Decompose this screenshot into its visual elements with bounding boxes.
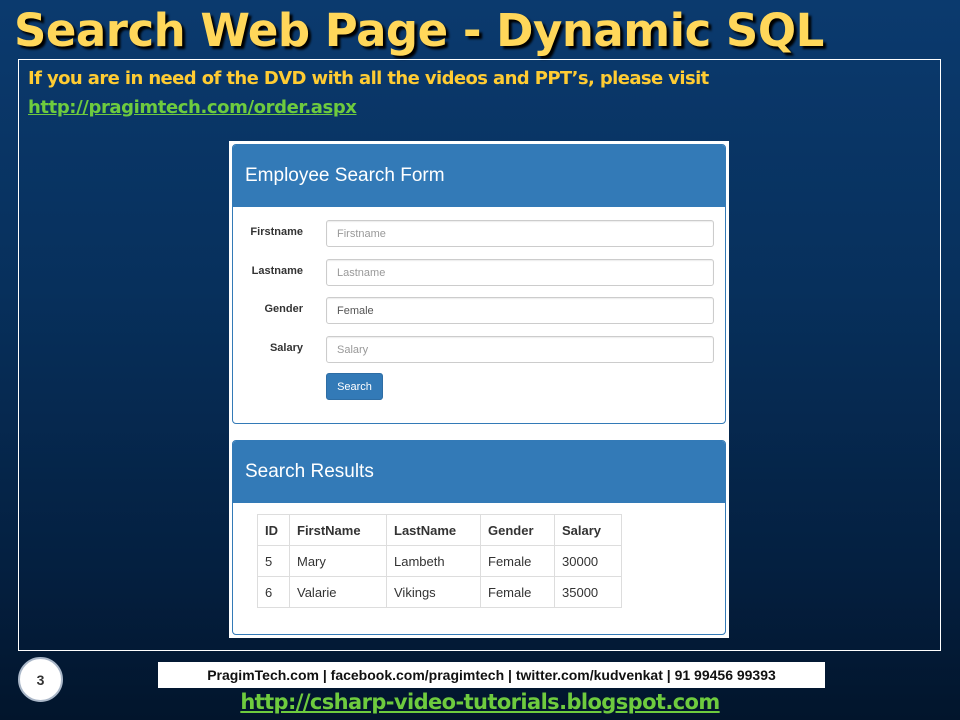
firstname-row: Firstname — [233, 220, 725, 247]
column-header-id: ID — [257, 514, 290, 546]
contact-bar: PragimTech.com | facebook.com/pragimtech… — [158, 662, 825, 688]
cell-lastname: Vikings — [386, 576, 481, 608]
column-header-lastname: LastName — [386, 514, 481, 546]
cell-lastname: Lambeth — [386, 545, 481, 577]
gender-row: Gender — [233, 297, 725, 324]
salary-input[interactable] — [326, 336, 714, 363]
lastname-input[interactable] — [326, 259, 714, 286]
column-header-gender: Gender — [480, 514, 555, 546]
search-button[interactable]: Search — [326, 373, 383, 400]
salary-label: Salary — [269, 342, 303, 354]
order-link[interactable]: http://pragimtech.com/order.aspx — [28, 97, 357, 118]
cell-firstname: Mary — [289, 545, 387, 577]
lastname-row: Lastname — [233, 259, 725, 286]
salary-row: Salary — [233, 336, 725, 363]
gender-label: Gender — [264, 303, 303, 315]
table-row: 6 Valarie Vikings Female 35000 — [257, 576, 622, 608]
slide-title: Search Web Page - Dynamic SQL — [14, 4, 824, 57]
results-panel-heading: Search Results — [233, 441, 725, 503]
cell-salary: 35000 — [554, 576, 622, 608]
cell-firstname: Valarie — [289, 576, 387, 608]
lastname-label: Lastname — [251, 265, 303, 277]
cell-id: 5 — [257, 545, 290, 577]
firstname-label: Firstname — [250, 226, 303, 238]
results-table: ID FirstName LastName Gender Salary 5 Ma… — [257, 514, 622, 608]
employee-search-panel: Employee Search Form Firstname Lastname … — [232, 144, 726, 424]
cell-salary: 30000 — [554, 545, 622, 577]
column-header-firstname: FirstName — [289, 514, 387, 546]
table-header-row: ID FirstName LastName Gender Salary — [257, 514, 622, 546]
table-row: 5 Mary Lambeth Female 30000 — [257, 545, 622, 577]
app-screenshot: Employee Search Form Firstname Lastname … — [229, 141, 729, 638]
cell-gender: Female — [480, 576, 555, 608]
firstname-input[interactable] — [326, 220, 714, 247]
search-results-panel: Search Results ID FirstName LastName Gen… — [232, 440, 726, 635]
cell-gender: Female — [480, 545, 555, 577]
column-header-salary: Salary — [554, 514, 622, 546]
search-panel-heading: Employee Search Form — [233, 145, 725, 207]
dvd-note: If you are in need of the DVD with all t… — [28, 68, 709, 89]
gender-input[interactable] — [326, 297, 714, 324]
blog-link[interactable]: http://csharp-video-tutorials.blogspot.c… — [0, 690, 960, 714]
cell-id: 6 — [257, 576, 290, 608]
